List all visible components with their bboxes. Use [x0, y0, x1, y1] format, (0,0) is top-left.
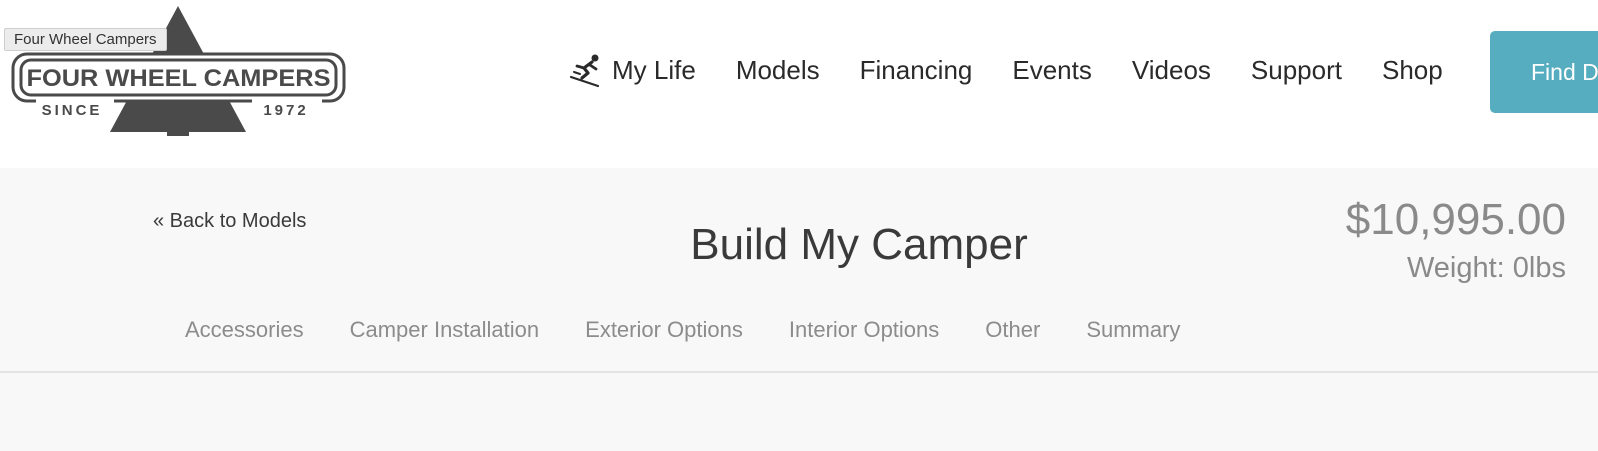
- nav-item-my-life[interactable]: My Life: [568, 52, 696, 88]
- nav-item-videos[interactable]: Videos: [1132, 55, 1211, 86]
- nav-item-shop[interactable]: Shop: [1382, 55, 1443, 86]
- nav-item-support[interactable]: Support: [1251, 55, 1342, 86]
- logo-since: SINCE: [42, 102, 103, 119]
- tab-other[interactable]: Other: [985, 317, 1040, 343]
- tab-summary[interactable]: Summary: [1086, 317, 1180, 343]
- four-wheel-campers-logo[interactable]: FOUR WHEEL CAMPERS SINCE 1972: [10, 4, 355, 140]
- logo-wordmark: FOUR WHEEL CAMPERS: [27, 65, 331, 92]
- tab-camper-installation[interactable]: Camper Installation: [350, 317, 540, 343]
- logo-year: 1972: [263, 102, 308, 119]
- price-summary: $10,995.00 Weight: 0lbs: [1346, 194, 1566, 288]
- skier-icon: [569, 54, 600, 88]
- nav-item-label: My Life: [612, 54, 696, 85]
- tab-exterior-options[interactable]: Exterior Options: [585, 317, 743, 343]
- find-dealer-button[interactable]: Find D: [1490, 31, 1598, 113]
- total-price: $10,995.00: [1345, 195, 1566, 244]
- nav-item-models[interactable]: Models: [736, 55, 820, 86]
- main-nav: My Life Models Financing Events Videos S…: [568, 50, 1443, 90]
- tab-accessories[interactable]: Accessories: [185, 317, 304, 343]
- builder-tabs: Accessories Camper Installation Exterior…: [185, 317, 1180, 343]
- builder-content-area: [0, 373, 1598, 451]
- camper-builder-header: « Back to Models Build My Camper $10,995…: [0, 168, 1598, 373]
- nav-item-events[interactable]: Events: [1012, 55, 1092, 86]
- logo-graphic: FOUR WHEEL CAMPERS SINCE 1972: [11, 6, 346, 136]
- site-header: FOUR WHEEL CAMPERS SINCE 1972 Four Wheel…: [0, 0, 1598, 168]
- logo-tooltip: Four Wheel Campers: [4, 28, 167, 51]
- total-weight: Weight: 0lbs: [1406, 252, 1566, 284]
- nav-item-financing[interactable]: Financing: [860, 55, 973, 86]
- tab-interior-options[interactable]: Interior Options: [789, 317, 939, 343]
